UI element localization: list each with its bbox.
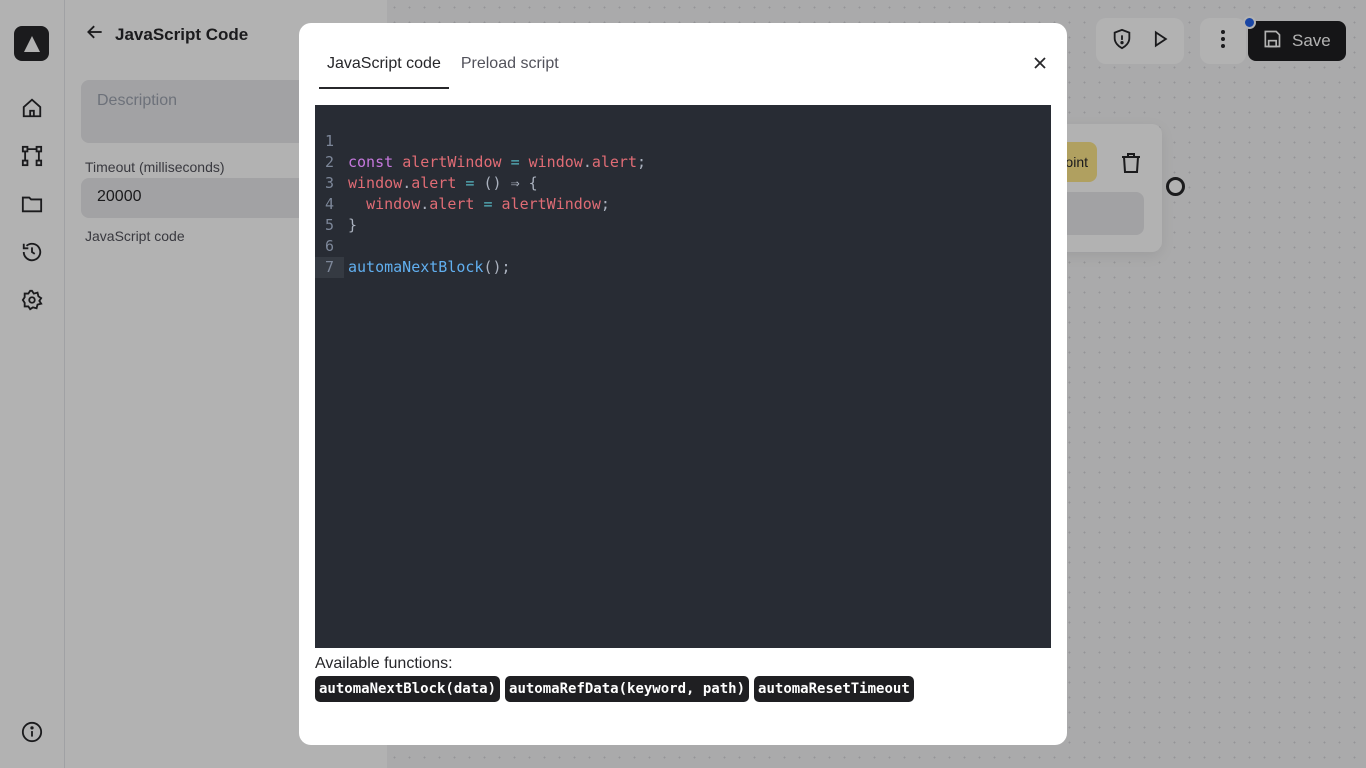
function-chip[interactable]: automaResetTimeout (754, 676, 914, 702)
code-line: 5 (315, 194, 1051, 234)
code-editor[interactable]: 1 const alertWindow = window.alert; 2 wi… (315, 105, 1051, 648)
code-line: 3 window.alert = alertWindow; (315, 152, 1051, 213)
code-line-current: 7 (315, 236, 1051, 278)
tab-javascript-code[interactable]: JavaScript code (319, 43, 449, 89)
code-line: 2 window.alert = () ⇒ { (315, 131, 1051, 192)
tab-preload-script[interactable]: Preload script (453, 43, 567, 89)
available-functions-list: automaNextBlock(data) automaRefData(keyw… (315, 676, 914, 702)
code-line: 6 automaNextBlock(); (315, 215, 1051, 276)
close-icon[interactable] (1030, 53, 1050, 73)
function-chip[interactable]: automaRefData(keyword, path) (505, 676, 750, 702)
available-functions-label: Available functions: (315, 655, 453, 672)
code-editor-modal: JavaScript code Preload script 1 const a… (299, 23, 1067, 745)
code-line: 1 const alertWindow = window.alert; (315, 110, 1051, 171)
modal-tabs: JavaScript code Preload script (319, 43, 571, 89)
line-number: 7 (315, 257, 344, 278)
function-chip[interactable]: automaNextBlock(data) (315, 676, 501, 702)
code-line: 4 } (315, 173, 1051, 234)
